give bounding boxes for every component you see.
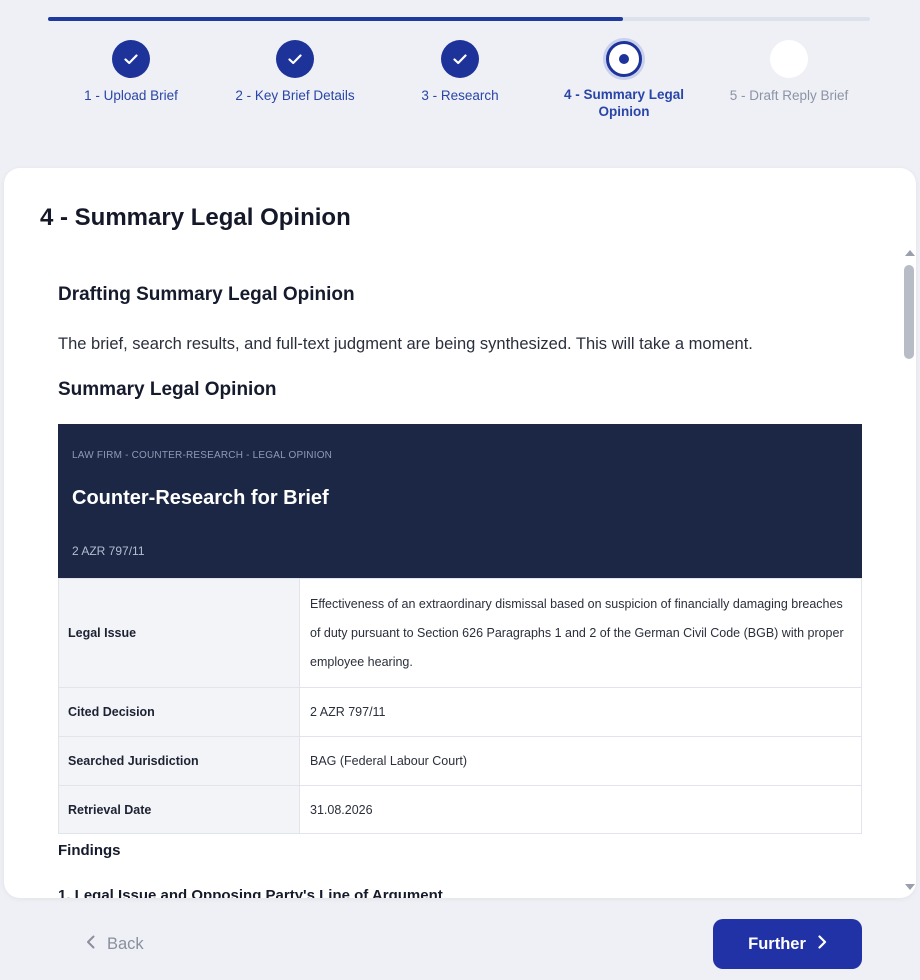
step-draft-reply-brief[interactable]: 5 - Draft Reply Brief	[704, 40, 874, 104]
findings-heading: Findings	[58, 842, 121, 859]
chevron-right-icon	[818, 934, 827, 954]
check-icon	[276, 40, 314, 78]
retrieval-date-label: Retrieval Date	[58, 785, 300, 834]
scroll-area[interactable]: Drafting Summary Legal Opinion The brief…	[4, 248, 894, 898]
table-row: Cited Decision 2 AZR 797/11	[58, 687, 862, 737]
step-label: 2 - Key Brief Details	[235, 88, 355, 103]
cited-decision-label: Cited Decision	[58, 687, 300, 737]
summary-heading: Summary Legal Opinion	[58, 379, 277, 400]
cited-decision-value: 2 AZR 797/11	[299, 687, 862, 737]
scrollbar[interactable]	[902, 248, 916, 892]
step-summary-legal-opinion[interactable]: 4 - Summary Legal Opinion	[539, 40, 709, 120]
legal-issue-label: Legal Issue	[58, 578, 300, 688]
page-title: 4 - Summary Legal Opinion	[40, 204, 351, 231]
findings-subheading: 1. Legal Issue and Opposing Party's Line…	[58, 887, 443, 898]
document-reference: 2 AZR 797/11	[72, 544, 145, 558]
step-research[interactable]: 3 - Research	[375, 40, 545, 104]
content-card: 4 - Summary Legal Opinion Drafting Summa…	[4, 168, 916, 898]
scroll-up-icon[interactable]	[905, 250, 915, 256]
scrollbar-thumb[interactable]	[904, 265, 914, 359]
legal-issue-value: Effectiveness of an extraordinary dismis…	[299, 578, 862, 688]
current-step-icon	[606, 41, 642, 77]
table-row: Searched Jurisdiction BAG (Federal Labou…	[58, 736, 862, 786]
document-title: Counter-Research for Brief	[72, 487, 329, 509]
step-key-brief-details[interactable]: 2 - Key Brief Details	[210, 40, 380, 104]
scroll-down-icon[interactable]	[905, 884, 915, 890]
step-label: 3 - Research	[421, 88, 499, 103]
chevron-left-icon	[86, 935, 95, 954]
jurisdiction-label: Searched Jurisdiction	[58, 736, 300, 786]
step-label: 4 - Summary Legal Opinion	[563, 87, 685, 119]
document-kicker: LAW FIRM - COUNTER-RESEARCH - LEGAL OPIN…	[72, 450, 333, 461]
step-label: 1 - Upload Brief	[84, 88, 178, 103]
back-button[interactable]: Back	[86, 926, 176, 962]
document-header: LAW FIRM - COUNTER-RESEARCH - LEGAL OPIN…	[58, 424, 862, 578]
check-icon	[441, 40, 479, 78]
drafting-text: The brief, search results, and full-text…	[58, 335, 753, 353]
further-label: Further	[748, 934, 806, 953]
back-label: Back	[107, 934, 144, 953]
step-label: 5 - Draft Reply Brief	[729, 88, 849, 103]
table-row: Legal Issue Effectiveness of an extraord…	[58, 578, 862, 688]
opinion-info-table: Legal Issue Effectiveness of an extraord…	[58, 578, 862, 834]
progress-track	[48, 17, 870, 21]
table-row: Retrieval Date 31.08.2026	[58, 785, 862, 834]
step-upload-brief[interactable]: 1 - Upload Brief	[46, 40, 216, 104]
drafting-heading: Drafting Summary Legal Opinion	[58, 284, 355, 305]
check-icon	[112, 40, 150, 78]
jurisdiction-value: BAG (Federal Labour Court)	[299, 736, 862, 786]
pending-step-icon	[770, 40, 808, 78]
retrieval-date-value: 31.08.2026	[299, 785, 862, 834]
further-button[interactable]: Further	[713, 919, 862, 969]
progress-fill	[48, 17, 624, 21]
